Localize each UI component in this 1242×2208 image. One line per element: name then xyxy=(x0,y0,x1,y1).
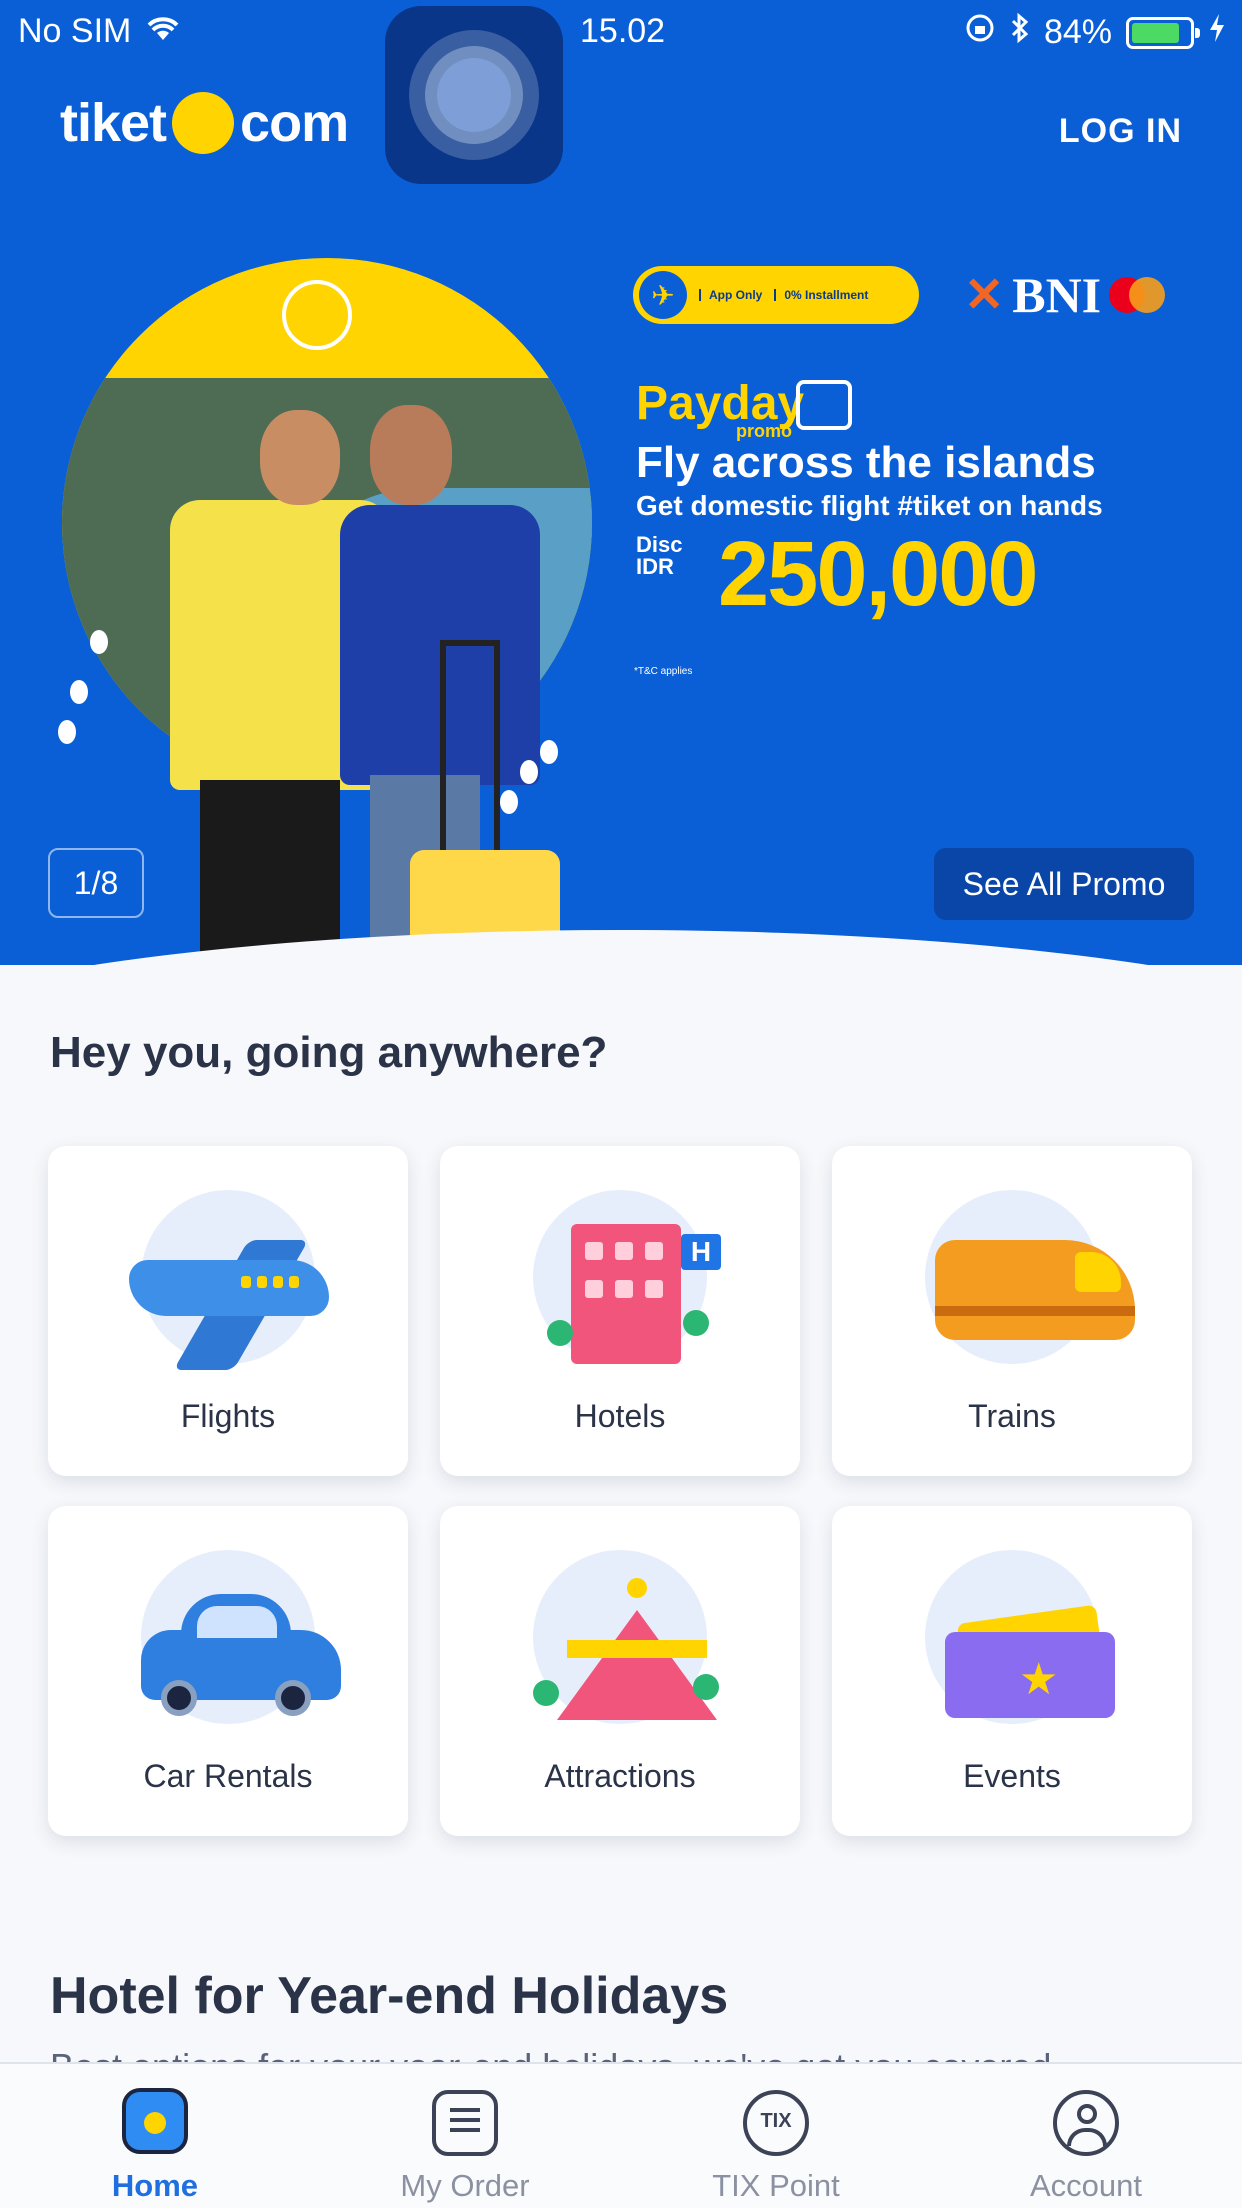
account-icon xyxy=(1053,2090,1119,2156)
product-card-flights[interactable]: Flights xyxy=(48,1146,408,1476)
mastercard-logo xyxy=(1109,277,1166,313)
product-card-car-rentals[interactable]: Car Rentals xyxy=(48,1506,408,1836)
app-only-label: App Only xyxy=(699,289,762,301)
discount-amount: 250,000 xyxy=(718,523,1039,625)
banner-people-photo xyxy=(120,370,580,965)
bluetooth-icon xyxy=(1010,12,1030,53)
terms-note: *T&C applies xyxy=(634,666,693,677)
product-card-trains[interactable]: Trains xyxy=(832,1146,1192,1476)
banner-page-indicator: 1/8 xyxy=(48,848,144,918)
nav-label: Account xyxy=(1029,2168,1142,2203)
nav-tix-point[interactable]: TIX TIX Point xyxy=(621,2064,931,2208)
nav-home[interactable]: Home xyxy=(0,2064,310,2208)
product-label: Trains xyxy=(968,1398,1056,1434)
charging-icon xyxy=(1208,13,1226,52)
installment-label: 0% Installment xyxy=(774,289,868,301)
payday-promo-label: Payday promo xyxy=(636,377,805,441)
wifi-icon xyxy=(145,12,181,51)
nav-label: Home xyxy=(111,2168,199,2203)
clock: 15.02 xyxy=(580,12,666,50)
tix-point-icon: TIX xyxy=(743,2090,809,2156)
login-button[interactable]: LOG IN xyxy=(1059,112,1182,151)
nav-label: My Order xyxy=(400,2168,530,2203)
discount-label: Disc IDR xyxy=(636,532,683,579)
see-all-promo-button[interactable]: See All Promo xyxy=(934,848,1194,920)
shopping-bag-icon xyxy=(796,380,852,430)
promo-badge: ✈ App Only 0% Installment xyxy=(633,266,919,324)
assistive-touch-button[interactable] xyxy=(385,6,563,184)
section-title: Hey you, going anywhere? xyxy=(50,1028,608,1077)
hotel-icon: H xyxy=(533,1190,721,1364)
bni-logo: ✕ BNI xyxy=(964,266,1166,324)
product-label: Hotels xyxy=(574,1398,666,1434)
product-label: Car Rentals xyxy=(143,1758,313,1794)
ticket-icon: ★ xyxy=(925,1550,1115,1724)
product-label: Attractions xyxy=(544,1758,696,1794)
nav-my-order[interactable]: My Order xyxy=(310,2064,620,2208)
bottom-navigation: Home My Order TIX TIX Point Account xyxy=(0,2062,1242,2208)
product-label: Flights xyxy=(180,1398,276,1434)
car-icon xyxy=(141,1550,341,1724)
battery-icon xyxy=(1126,16,1200,49)
airplane-icon xyxy=(129,1190,329,1370)
product-card-hotels[interactable]: H Hotels xyxy=(440,1146,800,1476)
banner-headline: Fly across the islands xyxy=(636,438,1096,487)
bank-name: BNI xyxy=(1012,267,1102,323)
hotel-section-title: Hotel for Year-end Holidays xyxy=(50,1967,729,2025)
promo-hero: ✈ App Only 0% Installment ✕ BNI Payday p… xyxy=(0,0,1242,965)
banner-subline: Get domestic flight #tiket on hands xyxy=(636,490,1103,521)
nav-label: TIX Point xyxy=(712,2168,840,2203)
status-bar: No SIM 15.02 84% xyxy=(0,0,1242,62)
circus-tent-icon xyxy=(533,1550,719,1724)
order-list-icon xyxy=(432,2090,498,2156)
airplane-icon: ✈ xyxy=(639,271,687,319)
tiket-logo[interactable]: tiket com xyxy=(60,92,349,154)
home-icon xyxy=(122,2088,188,2154)
product-card-attractions[interactable]: Attractions xyxy=(440,1506,800,1836)
train-icon xyxy=(925,1190,1135,1364)
battery-percent: 84% xyxy=(1043,13,1112,51)
carrier-label: No SIM xyxy=(18,12,132,50)
rotation-lock-icon xyxy=(964,12,996,53)
product-card-events[interactable]: ★ Events xyxy=(832,1506,1192,1836)
product-label: Events xyxy=(963,1758,1061,1794)
nav-account[interactable]: Account xyxy=(931,2064,1241,2208)
